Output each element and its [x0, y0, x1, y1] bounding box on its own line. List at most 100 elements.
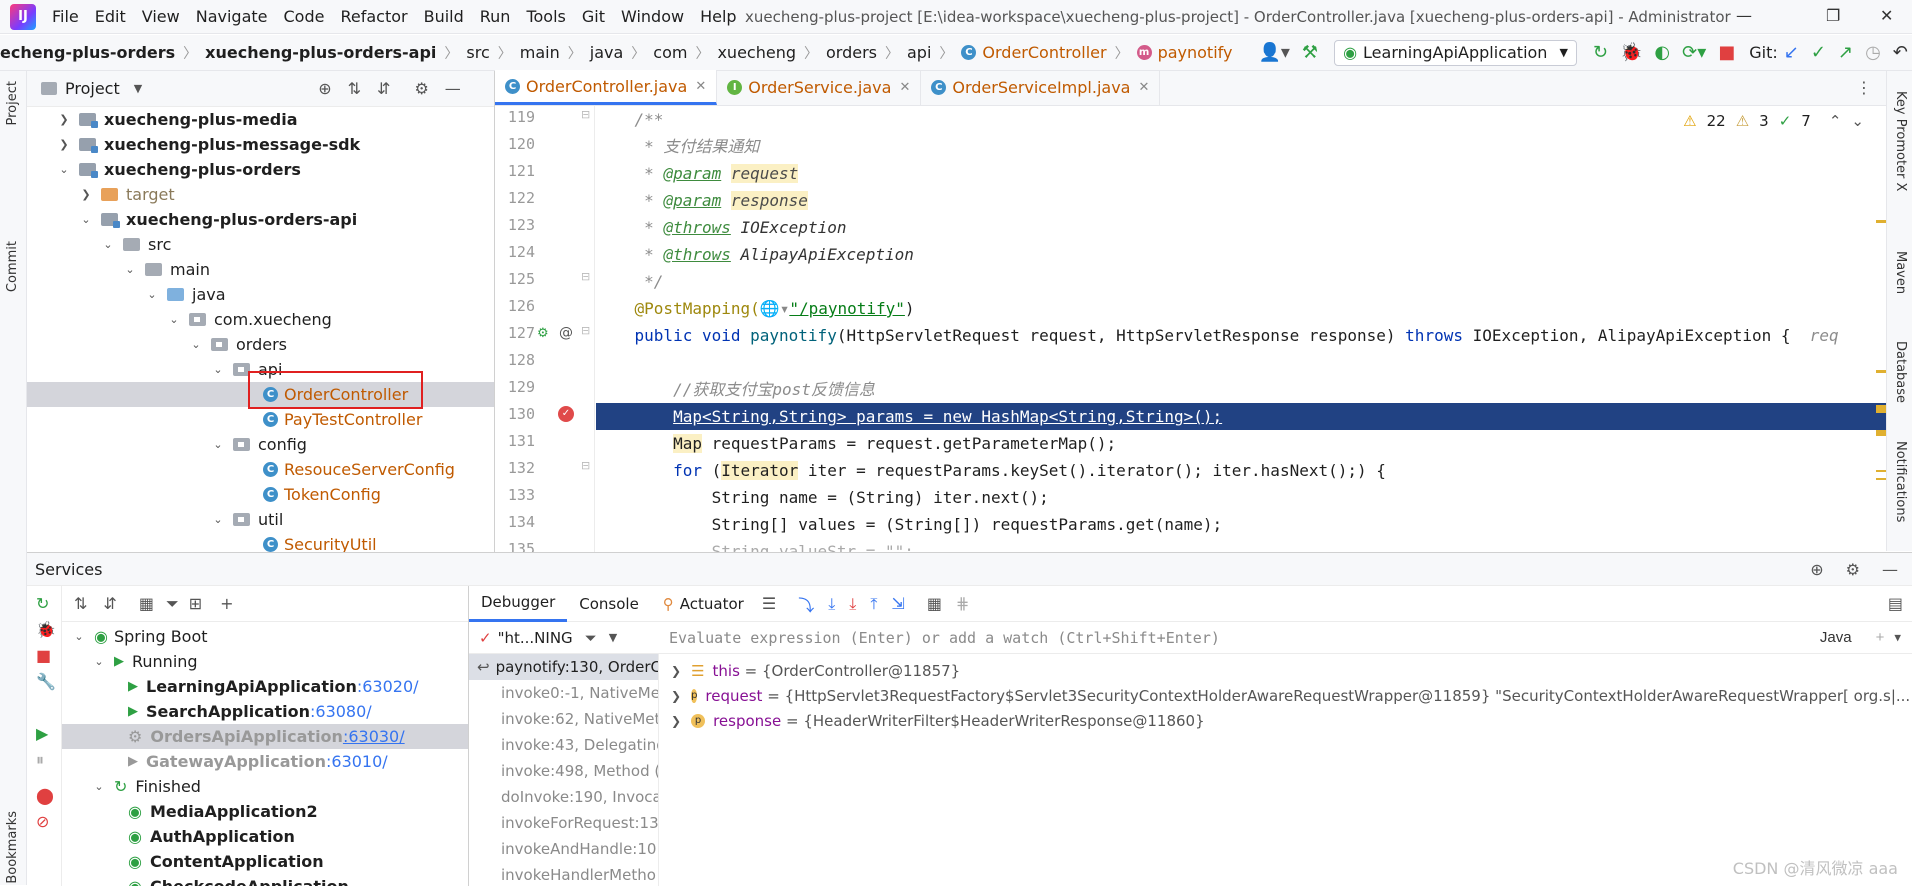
step-out-icon[interactable]: ⤒	[870, 594, 877, 614]
breadcrumb-xuecheng[interactable]: xuecheng	[717, 43, 796, 62]
chevron-right-icon[interactable]: ❯	[671, 664, 681, 678]
breadcrumb-src[interactable]: src	[466, 43, 489, 62]
project-tool-tab[interactable]: Project	[5, 81, 20, 125]
chevron-down-icon[interactable]: ⌄	[57, 163, 71, 176]
frame-item-current[interactable]: ↩paynotify:130, OrderC	[469, 654, 659, 680]
chevron-down-icon[interactable]: ⌄	[211, 438, 225, 451]
resume-icon[interactable]: ▶	[36, 724, 48, 743]
menu-tools[interactable]: Tools	[518, 7, 573, 26]
menu-view[interactable]: View	[134, 7, 188, 26]
error-stripe-mark[interactable]	[1876, 470, 1886, 480]
add-service-icon[interactable]: ⊕	[1810, 560, 1823, 579]
tree-item[interactable]: ⌄util	[27, 507, 494, 532]
chevron-up-icon[interactable]: ⌃	[1829, 112, 1842, 130]
tree-item[interactable]: CTokenConfig	[27, 482, 494, 507]
rollback-icon[interactable]: ↶	[1893, 44, 1908, 62]
tree-item[interactable]: ⌄config	[27, 432, 494, 457]
expand-all-icon[interactable]: ⇅	[348, 79, 361, 98]
view-breakpoints-icon[interactable]: ⬤	[36, 786, 54, 805]
chevron-down-icon[interactable]: ▼	[1894, 631, 1901, 644]
frame-item[interactable]: invoke:62, NativeMet	[469, 706, 659, 732]
service-item-selected[interactable]: ⚙OrdersApiApplication:63030/	[62, 724, 468, 749]
breadcrumb-api[interactable]: api	[907, 43, 931, 62]
frame-item[interactable]: invoke0:-1, NativeMe	[469, 680, 659, 706]
maven-tab[interactable]: Maven	[1893, 251, 1908, 294]
frame-item[interactable]: invokeAndHandle:10	[469, 836, 659, 862]
close-tab-icon[interactable]: ✕	[695, 79, 706, 94]
tab-console[interactable]: Console	[567, 586, 651, 622]
step-over-icon[interactable]: ⤓	[828, 594, 835, 614]
project-panel-title[interactable]: Project	[65, 79, 120, 98]
variable-row[interactable]: ❯prequest = {HttpServlet3RequestFactory$…	[659, 683, 1912, 708]
tree-item[interactable]: CResouceServerConfig	[27, 457, 494, 482]
chevron-right-icon[interactable]: ❯	[79, 188, 93, 201]
variable-row[interactable]: ❯☰this = {OrderController@11857}	[659, 658, 1912, 683]
inspection-widget[interactable]: ⚠22 ⚠3 ✓7 ⌃ ⌄	[1683, 112, 1864, 130]
user-icon[interactable]: 👤▾	[1258, 44, 1289, 62]
fold-icon[interactable]: ⊟	[581, 324, 590, 337]
locate-icon[interactable]: ⊕	[318, 79, 331, 98]
tree-item[interactable]: ❯target	[27, 182, 494, 207]
error-stripe-mark[interactable]	[1876, 370, 1886, 373]
tree-item[interactable]: CSecurityUtil	[27, 532, 494, 552]
pause-icon[interactable]: ⏸	[36, 750, 44, 770]
service-item[interactable]: ▶LearningApiApplication:63020/	[62, 674, 468, 699]
chevron-down-icon[interactable]: ⌄	[92, 655, 106, 668]
wrench-icon[interactable]: 🔧	[36, 672, 56, 691]
breadcrumb-submodule[interactable]: xuecheng-plus-orders-api	[205, 43, 436, 62]
evaluate-expression-input[interactable]: Evaluate expression (Enter) or add a wat…	[659, 622, 1912, 654]
spring-endpoint-icon[interactable]: ⚙	[537, 326, 549, 341]
chevron-down-icon[interactable]: ⌄	[189, 338, 203, 351]
mute-breakpoints-icon[interactable]: ⊘	[36, 812, 49, 831]
collapse-all-icon[interactable]: ⇵	[103, 594, 116, 613]
frame-item[interactable]: doInvoke:190, Invoca	[469, 784, 659, 810]
menu-git[interactable]: Git	[574, 7, 613, 26]
close-tab-icon[interactable]: ✕	[1138, 80, 1149, 95]
service-item[interactable]: ▶GatewayApplication:63010/	[62, 749, 468, 774]
error-stripe-mark[interactable]	[1876, 405, 1886, 413]
tree-item[interactable]: ⌄orders	[27, 332, 494, 357]
menu-code[interactable]: Code	[276, 7, 333, 26]
menu-edit[interactable]: Edit	[87, 7, 134, 26]
rerun-icon[interactable]: ↻	[1593, 44, 1608, 62]
chevron-down-icon[interactable]: ⌄	[92, 780, 106, 793]
close-window-icon[interactable]: ✕	[1880, 6, 1893, 25]
breadcrumb-orders[interactable]: orders	[826, 43, 877, 62]
breadcrumb-class[interactable]: COrderController	[961, 43, 1106, 62]
service-item[interactable]: ▶SearchApplication:63080/	[62, 699, 468, 724]
menu-file[interactable]: File	[44, 7, 87, 26]
tree-item[interactable]: ⌄main	[27, 257, 494, 282]
git-update-icon[interactable]: ↙	[1784, 44, 1799, 62]
build-hammer-icon[interactable]: ⚒	[1302, 44, 1318, 62]
tab-actuator[interactable]: ⚲Actuator	[651, 586, 756, 622]
chevron-down-icon[interactable]: ⌄	[211, 363, 225, 376]
menu-help[interactable]: Help	[692, 7, 744, 26]
chevron-right-icon[interactable]: ❯	[57, 138, 71, 151]
breadcrumb-method[interactable]: mpaynotify	[1137, 43, 1233, 62]
notifications-tab[interactable]: Notifications	[1893, 441, 1908, 522]
bookmarks-tool-tab[interactable]: Bookmarks	[5, 811, 20, 884]
database-tab[interactable]: Database	[1893, 341, 1908, 403]
debug-icon[interactable]: 🐞	[1620, 44, 1642, 62]
thread-selector[interactable]: ✓ "ht...NING ⏷ ▼	[469, 622, 659, 654]
rerun-icon[interactable]: ↻	[36, 594, 49, 613]
tree-item[interactable]: ❯xuecheng-plus-message-sdk	[27, 132, 494, 157]
more-tabs-icon[interactable]: ⋮	[1856, 78, 1872, 97]
tab-debugger[interactable]: Debugger	[469, 586, 567, 622]
step-into-icon[interactable]: ⤓	[849, 594, 856, 614]
service-item[interactable]: ◉AuthApplication	[62, 824, 468, 849]
breadcrumb-java[interactable]: java	[590, 43, 624, 62]
add-icon[interactable]: +	[220, 594, 233, 613]
run-configuration-select[interactable]: ◉ LearningApiApplication ▼	[1334, 40, 1577, 66]
frame-item[interactable]: invokeForRequest:13	[469, 810, 659, 836]
chevron-down-icon[interactable]: ⌄	[123, 263, 137, 276]
new-tab-icon[interactable]: ⊞	[189, 594, 202, 613]
filter-icon[interactable]: ⏷	[166, 594, 179, 614]
service-item[interactable]: ◉MediaApplication2	[62, 799, 468, 824]
annotation-at-icon[interactable]: @	[559, 325, 573, 341]
menu-window[interactable]: Window	[613, 7, 692, 26]
breadcrumb-com[interactable]: com	[653, 43, 687, 62]
tree-item[interactable]: ⌄java	[27, 282, 494, 307]
show-execution-point-icon[interactable]: ⤵	[798, 592, 814, 616]
code-editor[interactable]: /** * 支付结果通知 * @param request * @param r…	[596, 106, 1886, 552]
